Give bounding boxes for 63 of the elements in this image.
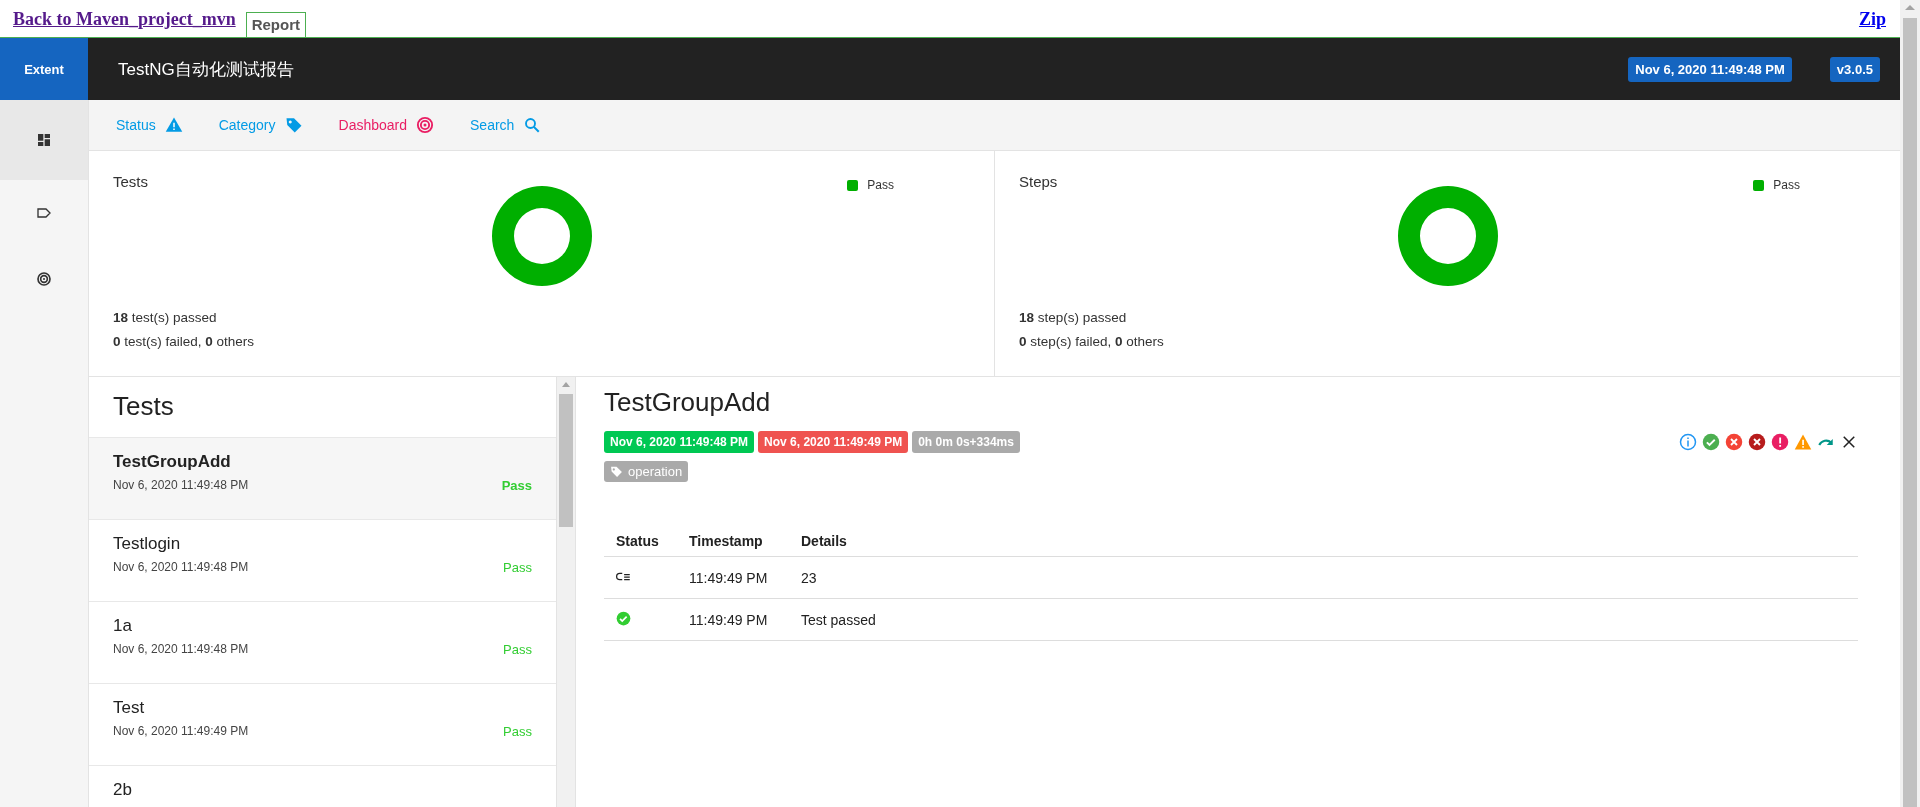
- check-circle-icon: [616, 611, 631, 626]
- date-badge: Nov 6, 2020 11:49:48 PM: [1628, 56, 1792, 82]
- start-time-badge: Nov 6, 2020 11:49:48 PM: [604, 431, 755, 453]
- test-title: TestGroupAdd: [604, 387, 772, 418]
- report-title: TestNG自动化测试报告: [118, 58, 294, 81]
- target-icon: [416, 116, 434, 134]
- test-name: 2b: [113, 780, 133, 800]
- test-item[interactable]: 2b: [89, 766, 556, 807]
- test-item[interactable]: Testlogin Nov 6, 2020 11:49:48 PM Pass: [89, 520, 556, 602]
- test-time: Nov 6, 2020 11:49:49 PM: [113, 724, 250, 739]
- table-cell: 11:49:49 PM: [677, 556, 789, 599]
- duration-badge: 0h 0m 0s+334ms: [912, 431, 1020, 453]
- logo[interactable]: Extent: [0, 38, 88, 100]
- column-header: Details: [789, 526, 1858, 557]
- tag-icon: [610, 465, 623, 478]
- card-title: Tests: [113, 173, 148, 190]
- report-tab[interactable]: Report: [245, 12, 306, 37]
- info-icon[interactable]: [1679, 433, 1697, 451]
- legend-label: Pass: [867, 178, 894, 192]
- failed-count: 0 step(s) failed, 0 others: [1019, 333, 1164, 351]
- test-status: Pass: [503, 724, 532, 739]
- column-header: Timestamp: [677, 526, 789, 557]
- warning-icon[interactable]: [1794, 433, 1812, 451]
- dashboard-icon[interactable]: [36, 132, 52, 148]
- test-time: Nov 6, 2020 11:49:48 PM: [113, 642, 250, 657]
- passed-count: 18 test(s) passed: [113, 309, 217, 327]
- scrollbar[interactable]: [557, 377, 575, 807]
- nav-link[interactable]: Dashboard: [338, 116, 434, 134]
- table-cell: Test passed: [789, 598, 1858, 641]
- table-cell: 11:49:49 PM: [677, 598, 789, 641]
- test-item[interactable]: 1a Nov 6, 2020 11:49:48 PM Pass: [89, 602, 556, 684]
- exclamation-circle-icon[interactable]: [1771, 433, 1789, 451]
- table-cell: 23: [789, 556, 1858, 599]
- check-circle-icon[interactable]: [1702, 433, 1720, 451]
- back-link[interactable]: Back to Maven_project_mvn: [13, 9, 236, 30]
- test-time: Nov 6, 2020 11:49:48 PM: [113, 478, 250, 493]
- test-status: Pass: [503, 642, 532, 657]
- search-icon: [523, 116, 542, 134]
- card-title: Steps: [1019, 173, 1058, 190]
- test-time: Nov 6, 2020 11:49:48 PM: [113, 560, 250, 575]
- zip-link[interactable]: Zip: [1858, 9, 1886, 30]
- test-name: Test: [113, 698, 146, 718]
- x-circle-icon[interactable]: [1725, 433, 1743, 451]
- test-item[interactable]: TestGroupAdd Nov 6, 2020 11:49:48 PM Pass: [89, 438, 556, 520]
- passed-count: 18 step(s) passed: [1019, 309, 1127, 327]
- target-icon[interactable]: [36, 271, 52, 287]
- test-name: Testlogin: [113, 534, 182, 554]
- legend-label: Pass: [1773, 178, 1800, 192]
- test-name: 1a: [113, 616, 133, 636]
- warning-icon: [164, 116, 183, 134]
- failed-count: 0 test(s) failed, 0 others: [113, 333, 255, 351]
- test-status: Pass: [503, 560, 532, 575]
- test-name: TestGroupAdd: [113, 452, 232, 472]
- close-icon[interactable]: [1840, 433, 1858, 451]
- test-status: Pass: [501, 478, 532, 493]
- x-circle-icon[interactable]: [1748, 433, 1766, 451]
- tag-icon: [284, 116, 303, 134]
- tag-icon[interactable]: [36, 205, 52, 221]
- test-item[interactable]: Test Nov 6, 2020 11:49:49 PM Pass: [89, 684, 556, 766]
- end-time-badge: Nov 6, 2020 11:49:49 PM: [758, 431, 909, 453]
- column-header: Status: [604, 526, 677, 557]
- version-badge: v3.0.5: [1829, 56, 1880, 82]
- category-tag: operation: [604, 461, 689, 482]
